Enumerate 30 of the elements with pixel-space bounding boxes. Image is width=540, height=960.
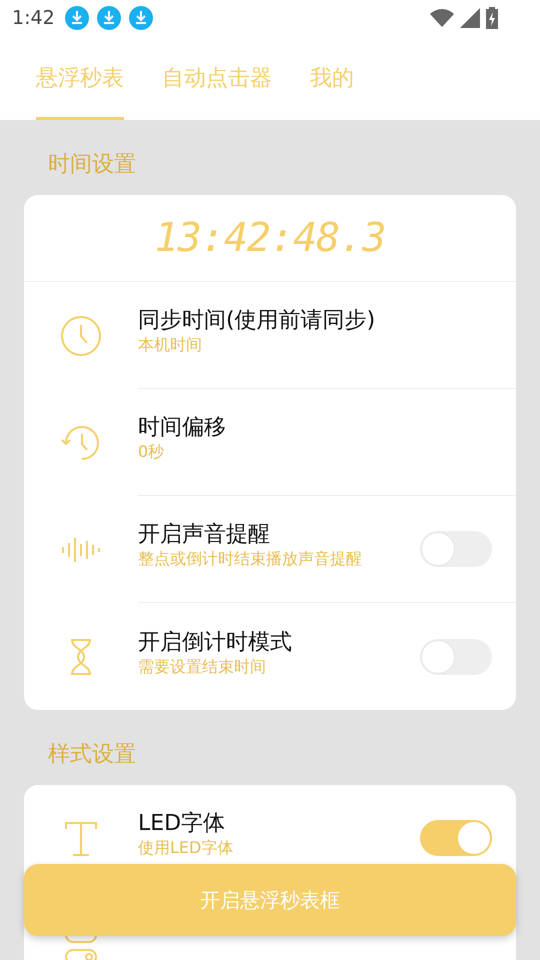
- setting-subtitle: 本机时间: [138, 335, 203, 355]
- setting-title: 开启倒计时模式: [138, 628, 293, 656]
- setting-subtitle: 0秒: [138, 442, 166, 462]
- text-icon: [64, 820, 98, 856]
- signal-icon: [460, 8, 480, 28]
- wifi-icon: [430, 9, 454, 27]
- setting-title: LED字体: [138, 810, 226, 838]
- toggle-switch[interactable]: [420, 820, 492, 856]
- toggle-switch[interactable]: [420, 638, 492, 674]
- section-title: 时间设置: [47, 151, 137, 179]
- tab[interactable]: 自动点击器: [162, 36, 272, 120]
- clock-display: 13:42:48.3: [154, 215, 386, 261]
- setting-title: 时间偏移: [138, 414, 227, 442]
- setting-subtitle: 需要设置结束时间: [138, 656, 267, 676]
- download-icon: [128, 6, 153, 30]
- tab[interactable]: 悬浮秒表: [36, 36, 124, 120]
- start-floating-stopwatch-button[interactable]: 开启悬浮秒表框: [24, 864, 516, 936]
- hourglass-icon: [69, 638, 93, 676]
- clock-icon: [60, 314, 102, 356]
- status-time: 1:42: [12, 7, 55, 29]
- battery-charging-icon: [486, 7, 498, 29]
- setting-title: 同步时间(使用前请同步): [138, 307, 376, 335]
- tab[interactable]: 我的: [310, 36, 354, 120]
- setting-subtitle: 使用LED字体: [138, 838, 234, 858]
- setting-subtitle: 整点或倒计时结束播放声音提醒: [138, 549, 363, 569]
- setting-title: 开启声音提醒: [138, 521, 271, 549]
- toggle-switch[interactable]: [420, 531, 492, 567]
- download-icon: [96, 6, 121, 30]
- section-title: 样式设置: [47, 741, 137, 769]
- download-icon: [64, 6, 89, 30]
